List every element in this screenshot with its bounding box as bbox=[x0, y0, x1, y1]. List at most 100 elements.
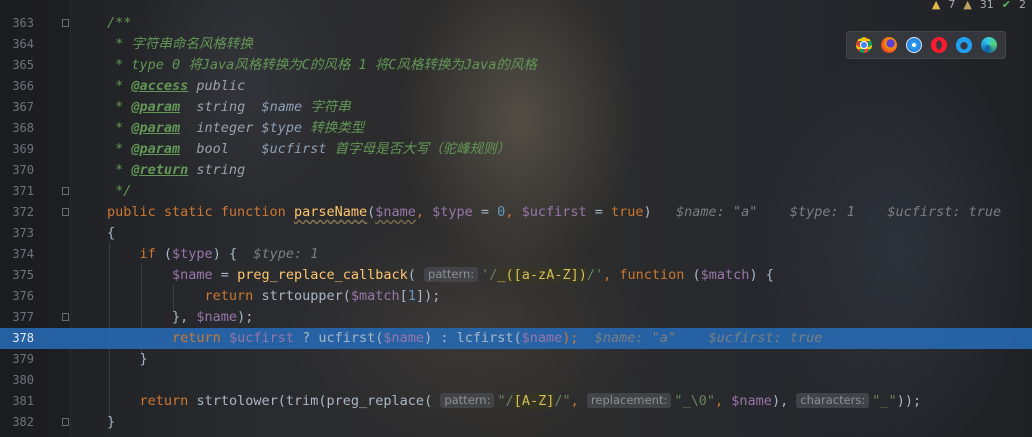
line-number: 380 bbox=[12, 373, 34, 387]
line-number: 379 bbox=[12, 352, 34, 366]
function-call[interactable]: trim bbox=[286, 393, 319, 409]
param-variable[interactable]: $ucfirst bbox=[522, 204, 587, 220]
code-line[interactable]: 370 * @return string bbox=[0, 160, 1032, 181]
doc-prefix: * bbox=[107, 162, 132, 178]
brace: } bbox=[107, 349, 148, 370]
debug-value-hint: $name: "a" bbox=[676, 204, 758, 220]
warning-triangle-icon[interactable]: ▲ bbox=[932, 0, 940, 11]
code-line[interactable]: 380 bbox=[0, 370, 1032, 391]
fold-marker-icon[interactable] bbox=[62, 208, 69, 216]
code-line[interactable]: 381 return strtolower(trim(preg_replace(… bbox=[0, 391, 1032, 412]
code-line[interactable]: 363 /** bbox=[0, 13, 1032, 34]
debug-value-hint: $type: 1 bbox=[253, 246, 319, 262]
doc-type: bool bbox=[180, 141, 262, 157]
function-name[interactable]: parseName bbox=[294, 204, 367, 220]
punct: ) { bbox=[212, 246, 238, 262]
fold-marker-icon[interactable] bbox=[62, 418, 69, 426]
debug-value-hint: $type: 1 bbox=[789, 204, 855, 220]
punct: , bbox=[715, 393, 732, 409]
doc-type: string bbox=[180, 99, 262, 115]
punct: , bbox=[603, 267, 620, 283]
parameter-hint: replacement: bbox=[586, 393, 672, 408]
variable[interactable]: $name bbox=[383, 330, 424, 346]
code-line[interactable]: 364 * 字符串命名风格转换 bbox=[0, 34, 1032, 55]
keyword: function bbox=[619, 267, 685, 283]
punct: ( bbox=[342, 288, 351, 304]
code-line[interactable]: 371 */ bbox=[0, 181, 1032, 202]
regex-body: [A-Z] bbox=[513, 393, 555, 409]
variable[interactable]: $name bbox=[522, 330, 563, 346]
operator: ) : bbox=[424, 330, 457, 346]
code-editor[interactable]: ▲ 7 ▲ 31 ✔ 2 363 /** 364 * 字符串命名风格转换 365 * … bbox=[0, 0, 1032, 437]
code-line[interactable]: 377 }, $name); bbox=[0, 307, 1032, 328]
punct: ( bbox=[367, 204, 376, 220]
doc-comment-line: * @param bool $ucfirst 首字母是否大写（驼峰规则） bbox=[107, 139, 510, 160]
parameter-hint: pattern: bbox=[424, 267, 479, 282]
punct: , bbox=[570, 393, 587, 409]
punct: ) bbox=[643, 204, 652, 220]
fold-marker-icon[interactable] bbox=[62, 313, 69, 321]
function-call[interactable]: ucfirst bbox=[318, 330, 375, 346]
function-call[interactable]: preg_replace bbox=[327, 393, 425, 409]
line-number: 367 bbox=[12, 100, 34, 114]
debug-value-hint: $ucfirst: true bbox=[887, 204, 1002, 220]
function-call[interactable]: lcfirst bbox=[457, 330, 514, 346]
punct: ( bbox=[155, 246, 173, 262]
code-line[interactable]: 368 * @param integer $type 转换类型 bbox=[0, 118, 1032, 139]
code-line[interactable]: 382 } bbox=[0, 412, 1032, 433]
code-line[interactable]: 372 public static function parseName($na… bbox=[0, 202, 1032, 223]
code-line[interactable]: 376 return strtoupper($match[1]); bbox=[0, 286, 1032, 307]
weak-warning-icon[interactable]: ▲ bbox=[963, 0, 971, 11]
line-number: 375 bbox=[12, 268, 34, 282]
current-execution-line[interactable]: 378 return $ucfirst ? ucfirst($name) : l… bbox=[0, 328, 1032, 349]
variable[interactable]: $name bbox=[172, 267, 213, 283]
string-literal: "_" bbox=[872, 393, 897, 409]
code-line[interactable]: 373 { bbox=[0, 223, 1032, 244]
variable[interactable]: $ucfirst bbox=[229, 330, 294, 346]
punct: ( bbox=[513, 330, 522, 346]
variable[interactable]: $name bbox=[196, 309, 237, 325]
punct: , bbox=[415, 204, 433, 220]
doc-prefix: * bbox=[107, 78, 132, 94]
param-variable[interactable]: $name bbox=[375, 204, 416, 220]
code-line[interactable]: 365 * type 0 将Java风格转换为C的风格 1 将C风格转换为Jav… bbox=[0, 55, 1032, 76]
number-literal: 1 bbox=[407, 288, 416, 304]
doc-tag: @param bbox=[131, 120, 181, 136]
variable[interactable]: $match bbox=[351, 288, 400, 304]
inspection-status[interactable]: ▲ 7 ▲ 31 ✔ 2 bbox=[932, 0, 1026, 12]
code-line[interactable]: 375 $name = preg_replace_callback( patte… bbox=[0, 265, 1032, 286]
keyword: public static function bbox=[107, 204, 294, 220]
punct: ]); bbox=[415, 288, 441, 304]
closure-end: }, $name); bbox=[107, 307, 253, 328]
string-value: _ bbox=[880, 393, 889, 409]
variable[interactable]: $match bbox=[701, 267, 750, 283]
code-line[interactable]: 367 * @param string $name 字符串 bbox=[0, 97, 1032, 118]
operator: = bbox=[212, 267, 238, 283]
fold-marker-icon[interactable] bbox=[62, 19, 69, 27]
code-line[interactable]: 379 } bbox=[0, 349, 1032, 370]
doc-variable: $ucfirst bbox=[261, 141, 327, 157]
parameter-hint: pattern: bbox=[440, 393, 495, 408]
code-line[interactable]: 369 * @param bool $ucfirst 首字母是否大写（驼峰规则） bbox=[0, 139, 1032, 160]
brace: { bbox=[107, 225, 116, 241]
variable[interactable]: $name bbox=[731, 393, 772, 409]
punct: ), bbox=[771, 393, 797, 409]
variable[interactable]: $type bbox=[172, 246, 213, 262]
doc-tag: @access bbox=[131, 78, 189, 94]
function-call[interactable]: strtoupper bbox=[261, 288, 342, 304]
return-statement: return strtoupper($match[1]); bbox=[107, 286, 441, 307]
doc-type: integer bbox=[180, 120, 262, 136]
doc-prefix: * bbox=[107, 141, 132, 157]
function-call[interactable]: preg_replace_callback bbox=[237, 267, 408, 283]
param-variable[interactable]: $type bbox=[432, 204, 473, 220]
line-number: 365 bbox=[12, 58, 34, 72]
doc-description: 首字母是否大写（驼峰规则） bbox=[326, 141, 511, 157]
bool-literal: true bbox=[611, 204, 644, 220]
keyword: return bbox=[139, 393, 189, 409]
fold-marker-icon[interactable] bbox=[62, 187, 69, 195]
punct: }, bbox=[172, 309, 197, 325]
function-call[interactable]: strtolower bbox=[196, 393, 277, 409]
code-line[interactable]: 366 * @access public bbox=[0, 76, 1032, 97]
code-line[interactable]: 374 if ($type) { $type: 1 bbox=[0, 244, 1032, 265]
check-icon[interactable]: ✔ bbox=[1002, 0, 1011, 11]
